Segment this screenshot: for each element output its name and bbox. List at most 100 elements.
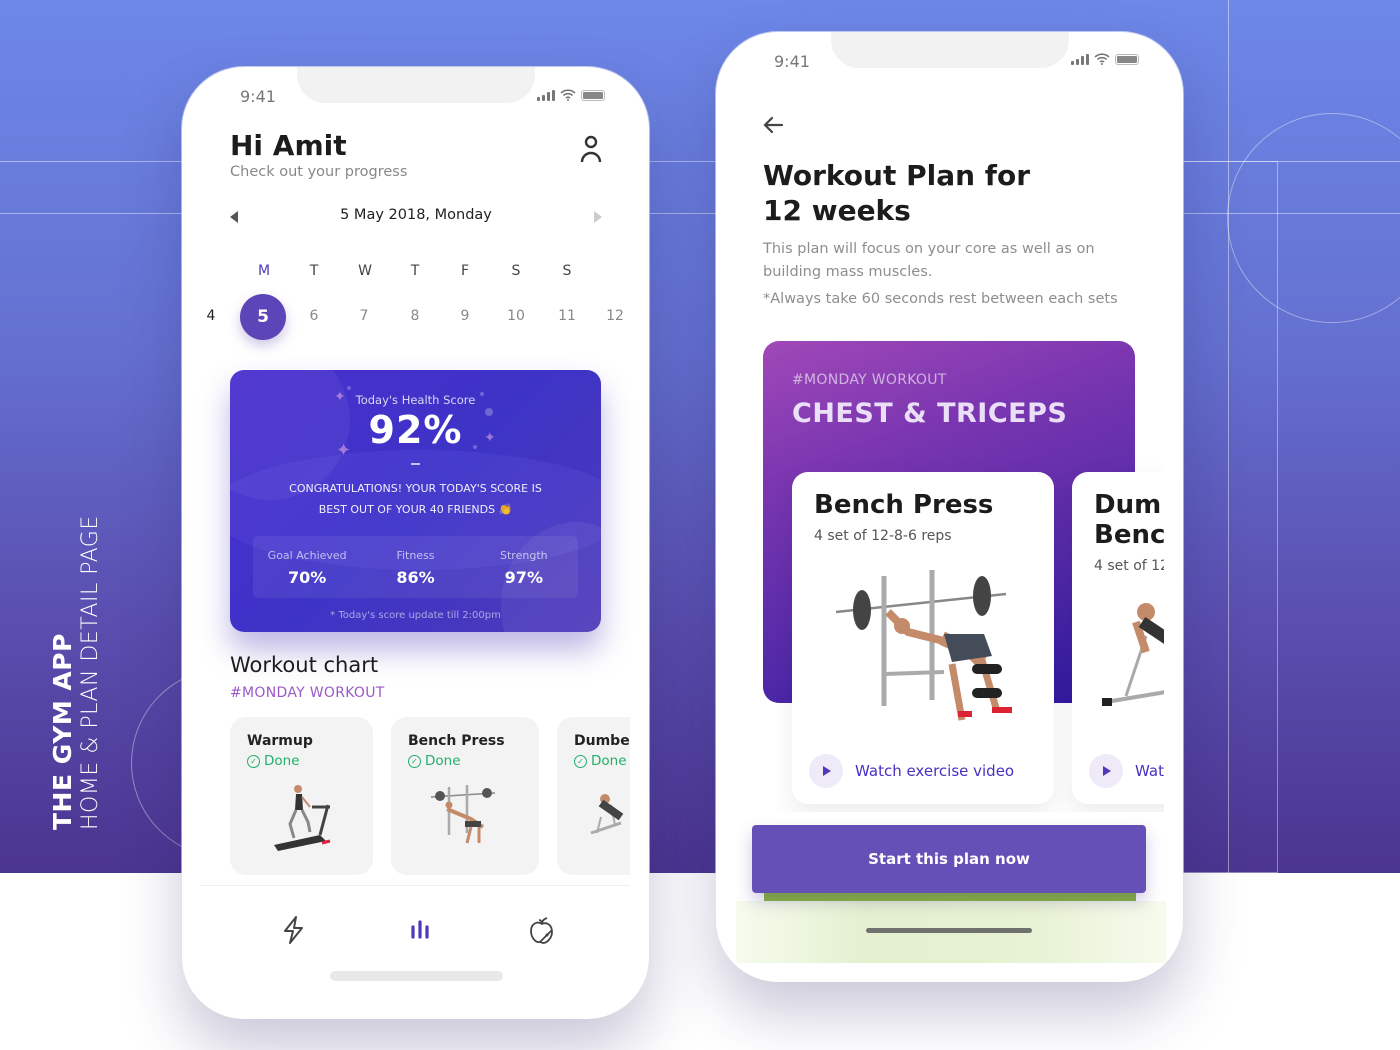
exercise-detail: 4 set of 12-8-6 reps [814,528,952,544]
exercise-carousel[interactable]: Bench Press 4 set of 12-8-6 reps Watch e… [776,462,1164,812]
plan-screen-phone: 9:41 Workout Plan for 12 weeks This plan… [716,32,1183,982]
health-score-title: Today's Health Score [355,393,476,407]
presentation-title: THE GYM APP HOME & PLAN DETAIL PAGE [48,515,104,830]
battery-icon [581,89,605,101]
workout-name: Bench Press [408,733,505,749]
dumbbell-bench-image [590,794,624,835]
plan-rest-note: *Always take 60 seconds rest between eac… [763,291,1118,307]
battery-icon [1115,53,1139,65]
exercise-card[interactable]: Dum Benc 4 set of 12 Wat [1072,472,1164,804]
day-item-selected[interactable]: 5 [240,294,286,340]
day-item[interactable]: 6 [299,308,329,324]
health-score-value: 92% [368,408,463,452]
home-indicator [330,971,503,981]
weekday-label: M [257,263,271,279]
stat-label: Goal Achieved [267,549,347,562]
plan-title-line: 12 weeks [763,194,911,227]
weekday-label: F [460,263,470,279]
weekday-label: S [562,263,572,279]
current-date: 5 May 2018, Monday [340,207,492,223]
recommended-banner-edge [764,893,1136,901]
greeting-subtitle: Check out your progress [230,164,408,180]
status-time: 9:41 [240,87,276,106]
day-item[interactable]: 12 [600,308,630,324]
plan-title-line: Workout Plan for [763,159,1031,192]
weekday-label: T [309,263,319,279]
start-plan-button[interactable]: Start this plan now [752,825,1146,893]
workout-card[interactable]: Bench Press ✓ Done [391,717,539,875]
wifi-icon [1094,53,1110,65]
workout-card[interactable]: Warmup ✓ Done [230,717,373,875]
plan-title: Workout Plan for 12 weeks [763,158,1030,228]
message-line: CONGRATULATIONS! YOUR TODAY'S SCORE IS [289,482,542,495]
app-subtitle: HOME & PLAN DETAIL PAGE [78,515,103,830]
status-time: 9:41 [774,52,810,71]
day-item[interactable]: 10 [501,308,531,324]
workout-chart-title: Workout chart [230,653,379,677]
wifi-icon [560,89,576,101]
stat-value: 70% [288,568,327,587]
stat-goal: Goal Achieved 70% [253,536,361,598]
stat-strength: Strength 97% [470,536,578,598]
status-icons [537,89,605,101]
workout-chart-tag: #MONDAY WORKOUT [230,685,385,701]
bench-press-image [430,785,496,844]
bottom-tab-bar [200,885,630,975]
workout-card[interactable]: Dumbe ✓ Done [557,717,630,875]
health-score-message: CONGRATULATIONS! YOUR TODAY'S SCORE IS B… [250,478,581,520]
day-item[interactable]: 7 [349,308,379,324]
check-circle-icon: ✓ [574,754,587,768]
day-item[interactable]: 9 [450,308,480,324]
notch [830,32,1069,68]
day-item[interactable]: 8 [400,308,430,324]
check-circle-icon: ✓ [408,754,421,768]
day-item[interactable]: 4 [196,308,226,324]
weekday-label: W [358,263,372,279]
signal-icon [537,89,555,101]
workout-name: Warmup [247,733,313,749]
exercise-name: Dum Benc [1094,490,1164,550]
check-circle-icon: ✓ [247,754,260,768]
next-date-icon[interactable] [594,211,602,223]
activity-icon[interactable] [278,914,310,946]
stats-icon[interactable] [404,914,436,946]
watch-video-link[interactable]: Wat [1089,754,1164,788]
exercise-detail: 4 set of 12 [1094,558,1164,574]
workout-status: ✓ Done [247,753,300,769]
score-update-note: * Today's score update till 2:00pm [330,610,501,621]
stat-value: 86% [396,568,435,587]
signal-icon [1071,53,1089,65]
exercise-card[interactable]: Bench Press 4 set of 12-8-6 reps Watch e… [792,472,1054,804]
plan-description: This plan will focus on your core as wel… [763,241,1095,280]
notch [296,67,535,103]
bench-press-image [835,570,1012,721]
workout-status: ✓ Done [408,753,461,769]
stat-label: Fitness [396,549,435,562]
workout-cards-carousel[interactable]: Warmup ✓ Done Bench Press ✓ Done Dumbe ✓ Do… [230,717,630,882]
divider [411,463,420,465]
plan-day-tag: #MONDAY WORKOUT [792,372,947,388]
watch-video-label: Watch exercise video [855,762,1015,780]
workout-name: Dumbe [574,733,630,749]
watch-video-label: Wat [1135,762,1164,780]
date-navigator: 5 May 2018, Monday [226,207,606,229]
workout-status: ✓ Done [574,753,627,769]
profile-icon[interactable] [580,135,602,163]
health-stats: Goal Achieved 70% Fitness 86% Strength 9… [253,536,578,598]
play-icon[interactable] [809,754,843,788]
plan-muscle-group: CHEST & TRICEPS [792,398,1068,429]
stat-fitness: Fitness 86% [361,536,469,598]
home-screen-phone: 9:41 Hi Amit Check out your progress 5 M… [182,67,649,1019]
day-item[interactable]: 11 [552,308,582,324]
play-icon[interactable] [1089,754,1123,788]
watch-video-link[interactable]: Watch exercise video [809,754,1014,788]
back-arrow-icon[interactable] [762,116,784,134]
health-score-card: ✦ ✦ ✦ Today's Health Score 92% CONGRATUL… [230,370,601,632]
weekday-label: S [511,263,521,279]
stat-value: 97% [504,568,543,587]
greeting: Hi Amit [230,129,347,162]
nutrition-icon[interactable] [526,914,558,946]
weekday-label: T [410,263,420,279]
treadmill-image [273,785,330,851]
message-line: BEST OUT OF YOUR 40 FRIENDS 👏 [318,503,513,516]
